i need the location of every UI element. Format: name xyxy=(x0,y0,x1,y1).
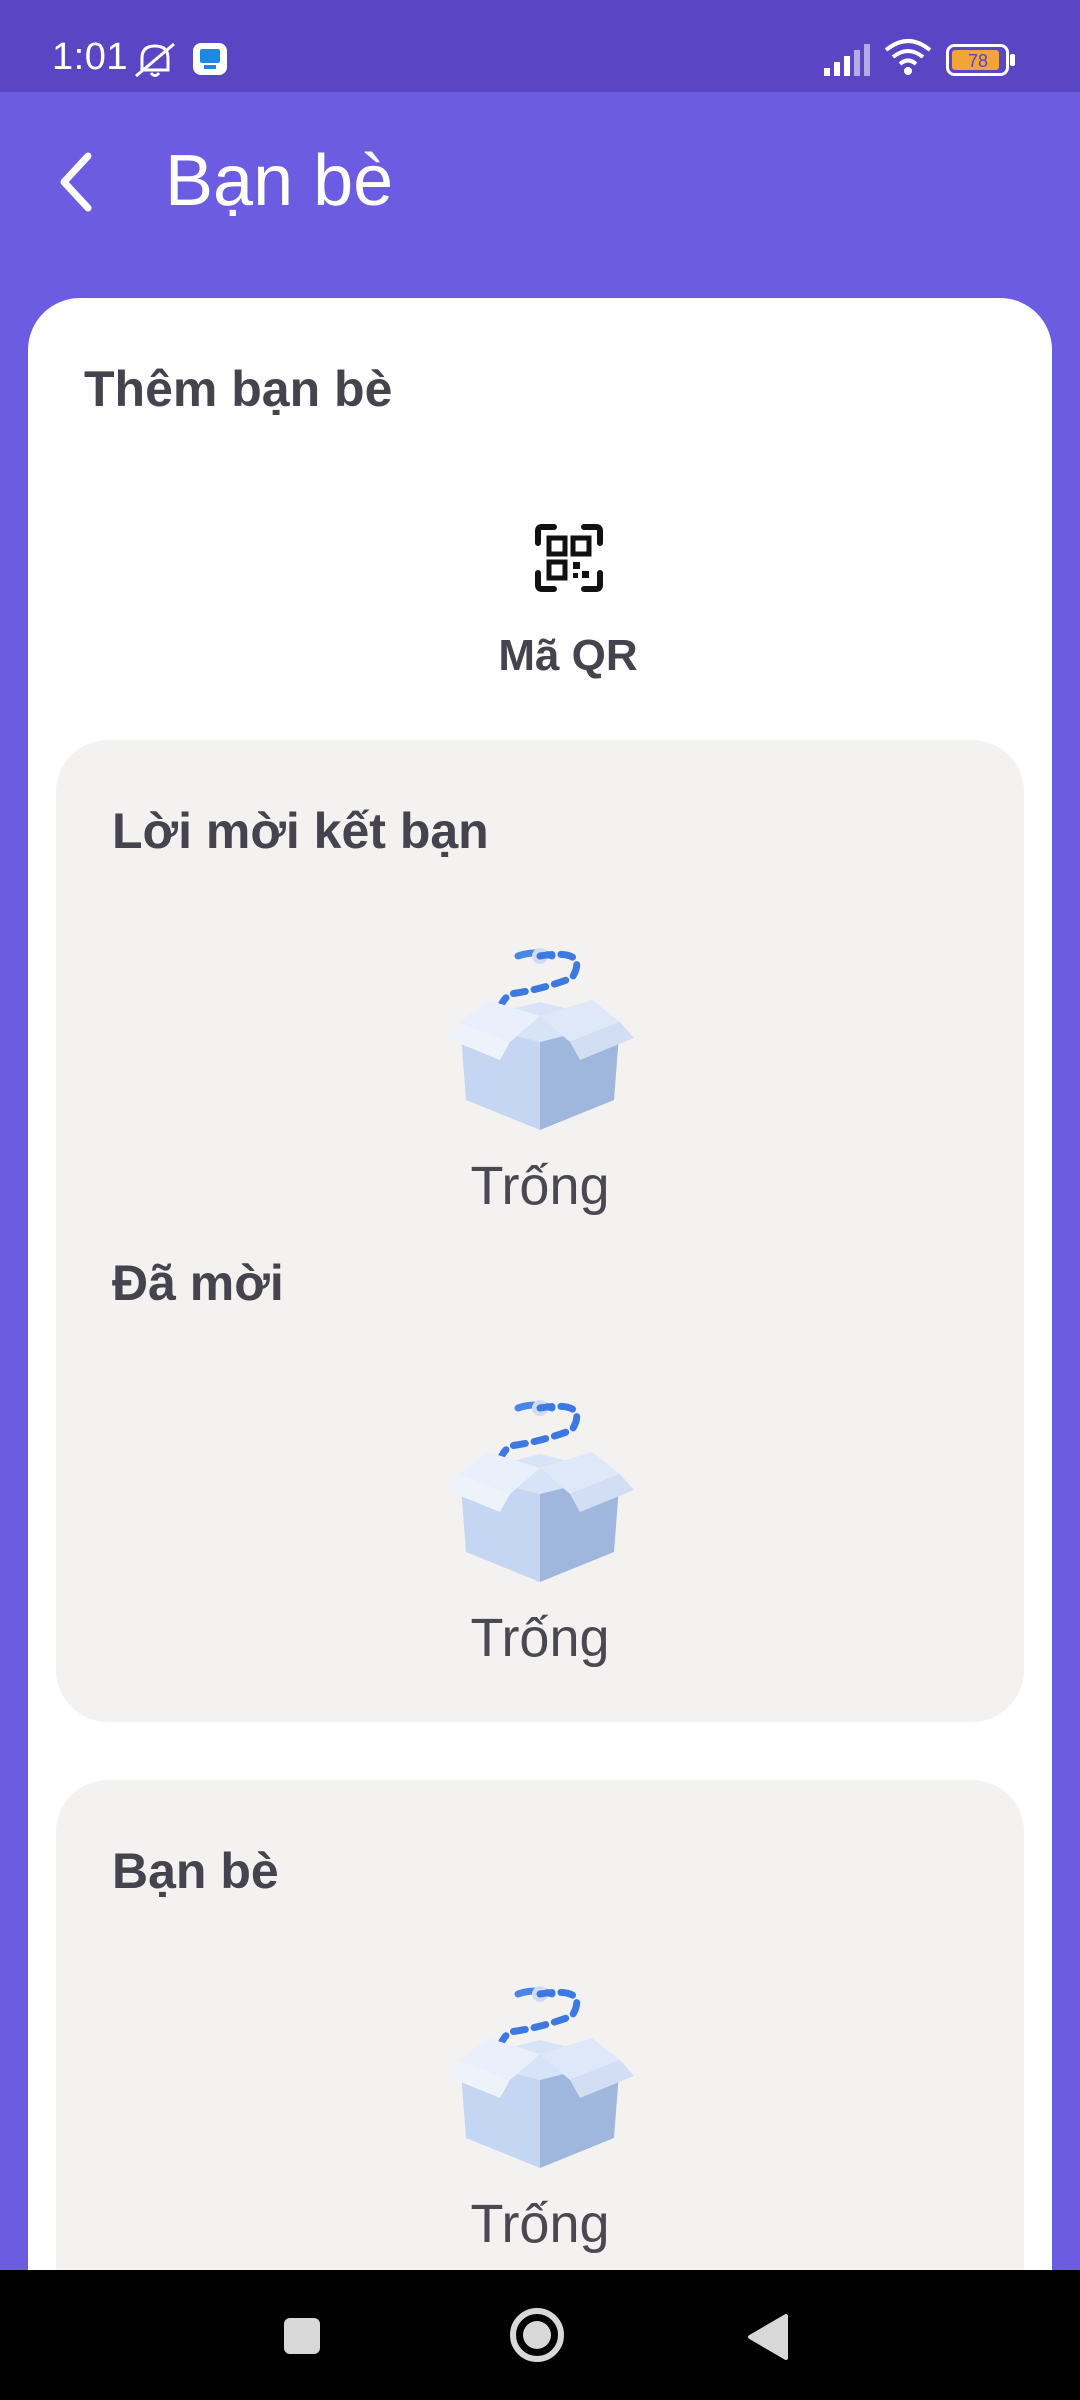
received-requests-title: Lời mời kết bạn xyxy=(112,803,489,859)
wifi-icon xyxy=(884,38,932,81)
sent-empty-label: Trống xyxy=(470,1608,610,1668)
empty-box-icon xyxy=(446,948,634,1130)
friend-requests-panel: Lời mời kết bạn Trống Đã mời Trống xyxy=(56,740,1024,1722)
status-time: 1:01 xyxy=(52,36,128,78)
qr-code-label: Mã QR xyxy=(498,631,638,680)
back-arrow-icon xyxy=(60,152,92,212)
back-triangle-icon xyxy=(748,2314,788,2360)
home-circle-icon xyxy=(510,2308,564,2362)
system-nav-bar xyxy=(0,2270,1080,2400)
recents-button[interactable] xyxy=(282,2316,322,2361)
friends-list-title: Bạn bè xyxy=(112,1843,279,1899)
qr-code-icon xyxy=(535,524,603,592)
page-title: Bạn bè xyxy=(165,141,394,221)
home-button[interactable] xyxy=(508,2306,566,2369)
received-empty-label: Trống xyxy=(470,1156,610,1216)
sent-invites-title: Đã mời xyxy=(112,1255,284,1311)
friends-card: Thêm bạn bè Mã QR Lời mời kết bạn Trống … xyxy=(28,298,1052,2380)
battery-level: 78 xyxy=(968,51,988,71)
status-bar: 1:01 78 xyxy=(0,0,1080,92)
back-button[interactable] xyxy=(50,142,110,222)
notifications-off-icon xyxy=(132,40,178,85)
nav-back-button[interactable] xyxy=(746,2312,790,2367)
battery-icon: 78 xyxy=(946,44,1016,81)
qr-code-button[interactable]: Mã QR xyxy=(458,523,678,693)
friends-empty-label: Trống xyxy=(470,2194,610,2254)
empty-box-icon xyxy=(446,1986,634,2168)
signal-icon xyxy=(822,42,872,81)
app-header: Bạn bè xyxy=(0,92,1080,298)
empty-box-icon xyxy=(446,1400,634,1582)
app-notification-icon xyxy=(192,42,228,81)
add-friends-title: Thêm bạn bè xyxy=(84,361,393,417)
recents-square-icon xyxy=(284,2318,320,2354)
